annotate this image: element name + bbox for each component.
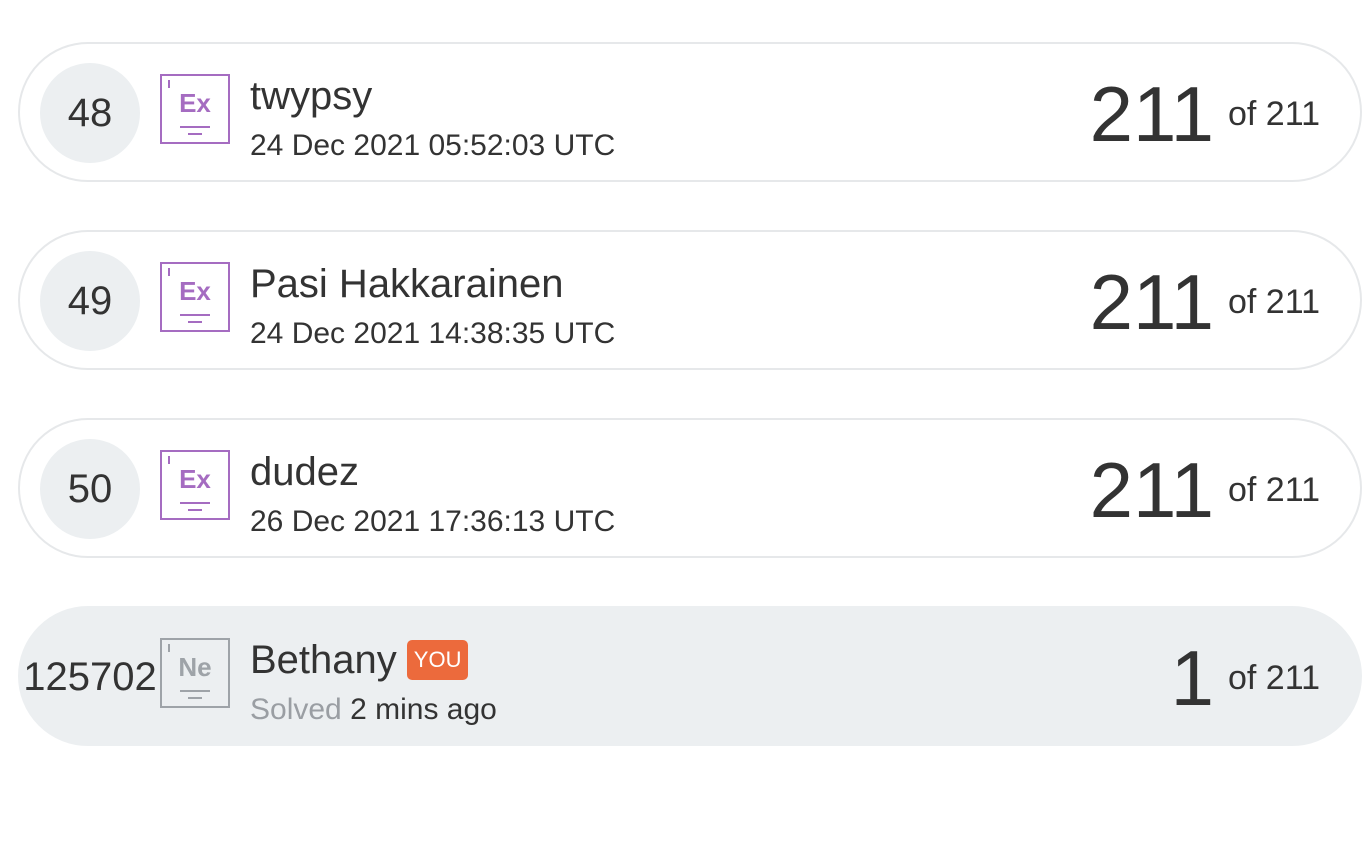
leaderboard-row[interactable]: 50 Ex dudez 26 Dec 2021 17:36:13 UTC 211…: [18, 418, 1362, 558]
score-total: of 211: [1227, 282, 1320, 321]
score-total: of 211: [1227, 94, 1320, 133]
solved-time: 2 mins ago: [350, 693, 497, 726]
user-name[interactable]: dudez: [250, 448, 359, 496]
solved-timestamp: 24 Dec 2021 14:38:35 UTC: [250, 317, 616, 350]
score-value: 211: [1089, 70, 1214, 158]
rank-number: 125702: [23, 655, 157, 699]
score: 211 of 211: [1090, 66, 1320, 162]
badge-symbol: Ne: [178, 652, 212, 682]
badge-symbol: Ex: [179, 88, 211, 118]
current-user-row[interactable]: 125702 Ne Bethany YOU Solved 2 mins ago 1…: [18, 606, 1362, 746]
leaderboard-row[interactable]: 49 Ex Pasi Hakkarainen 24 Dec 2021 14:38…: [18, 230, 1362, 370]
expert-badge-icon: Ex: [160, 262, 230, 332]
solved-label: Solved: [250, 693, 342, 726]
rank-number: 48: [40, 63, 140, 163]
rank-number: 50: [40, 439, 140, 539]
expert-badge-icon: Ex: [160, 74, 230, 144]
solved-timestamp: 24 Dec 2021 05:52:03 UTC: [250, 129, 616, 162]
score: 211 of 211: [1090, 442, 1320, 538]
leaderboard-row[interactable]: 48 Ex twypsy 24 Dec 2021 05:52:03 UTC 21…: [18, 42, 1362, 182]
score-total: of 211: [1227, 658, 1320, 697]
score: 211 of 211: [1090, 254, 1320, 350]
badge-symbol: Ex: [179, 276, 211, 306]
score: 1 of 211: [1171, 630, 1320, 726]
user-name[interactable]: Bethany: [250, 638, 397, 682]
score-total: of 211: [1227, 470, 1320, 509]
user-name[interactable]: twypsy: [250, 72, 372, 120]
badge-symbol: Ex: [179, 464, 211, 494]
newbie-badge-icon: Ne: [160, 638, 230, 708]
you-badge: YOU: [406, 640, 469, 680]
score-value: 1: [1170, 634, 1214, 722]
rank-number: 49: [40, 251, 140, 351]
user-name-container: Bethany YOU: [250, 636, 469, 684]
expert-badge-icon: Ex: [160, 450, 230, 520]
solved-timestamp: 26 Dec 2021 17:36:13 UTC: [250, 505, 616, 538]
solved-info: Solved 2 mins ago: [250, 692, 497, 728]
user-name[interactable]: Pasi Hakkarainen: [250, 260, 564, 308]
score-value: 211: [1089, 258, 1214, 346]
score-value: 211: [1089, 446, 1214, 534]
